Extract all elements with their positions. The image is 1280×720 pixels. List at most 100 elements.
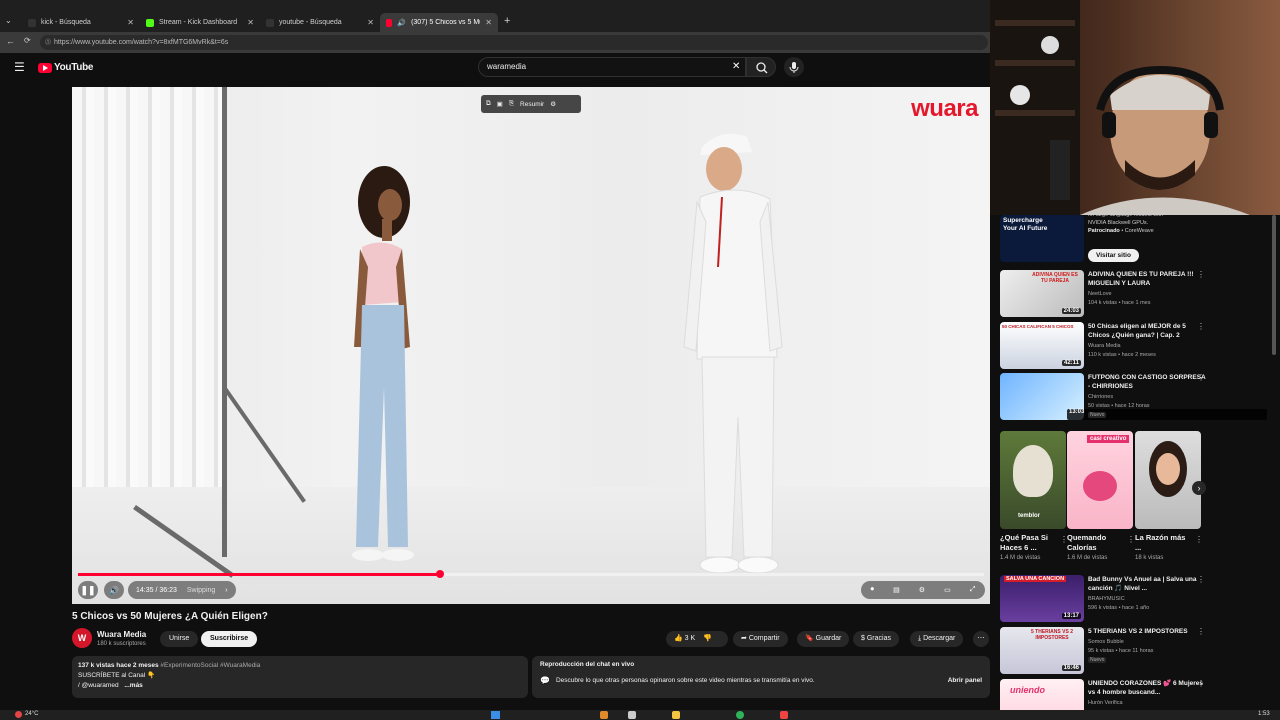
short-card[interactable]: temblor ¿Qué Pasa Si Haces 6 ... 1.4 M d… — [1000, 431, 1068, 561]
rec-thumbnail[interactable]: 50 CHICAS CALIFICAN 5 CHICOS 42:11 — [1000, 322, 1084, 369]
short-thumbnail[interactable]: temblor — [1000, 431, 1066, 529]
close-icon[interactable]: ✕ — [127, 18, 134, 27]
show-more-link[interactable]: ...más — [124, 682, 142, 689]
miniplayer-icon[interactable]: ⧉ — [486, 100, 491, 108]
join-button[interactable]: Unirse — [160, 631, 199, 647]
ad-card[interactable]: Supercharge Your AI Future for large lan… — [1000, 212, 1270, 265]
like-button[interactable]: 👍 3 K 👎 — [666, 631, 728, 647]
rec-channel[interactable]: Hurón Verifica — [1088, 699, 1208, 707]
settings-icon[interactable]: ⚙ — [919, 586, 925, 594]
close-icon[interactable]: ✕ — [485, 18, 492, 27]
more-options-icon[interactable]: ⋮ — [1197, 679, 1205, 688]
video-player[interactable]: ⧉ ▣ ⎘ Resumir ⚙ wuara ❚❚ 🔊 14:35 / 36:23… — [72, 87, 990, 604]
theater-mode-icon[interactable]: ▭ — [944, 586, 951, 594]
progress-bar[interactable] — [78, 570, 984, 578]
site-info-icon[interactable]: ⓵ — [45, 37, 51, 46]
taskbar-app-icon[interactable] — [600, 711, 608, 719]
start-icon[interactable] — [491, 711, 500, 719]
pause-icon[interactable]: ❚❚ — [80, 585, 95, 596]
search-input[interactable]: waramedia — [478, 57, 746, 77]
short-card[interactable]: casi creativo Quemando Calorías 1.6 M de… — [1067, 431, 1135, 561]
settings-icon[interactable]: ⚙ — [550, 100, 556, 108]
rec-channel[interactable]: Somos Bubble — [1088, 638, 1208, 646]
save-button[interactable]: 🔖 Guardar — [797, 631, 850, 647]
weather-icon[interactable] — [15, 711, 22, 718]
open-panel-button[interactable]: Abrir panel — [948, 677, 982, 684]
short-thumbnail[interactable] — [1135, 431, 1201, 529]
channel-name[interactable]: Wuara Media — [97, 630, 146, 639]
short-title[interactable]: ¿Qué Pasa Si Haces 6 ... — [1000, 533, 1058, 553]
subscribe-button[interactable]: Suscribirse — [201, 631, 258, 647]
taskbar-app-icon[interactable] — [736, 711, 744, 719]
short-thumbnail[interactable]: casi creativo — [1067, 431, 1133, 529]
fullscreen-icon[interactable]: ⤢ — [970, 586, 976, 594]
rec-channel[interactable]: Wuara Media — [1088, 342, 1208, 350]
shorts-next-arrow-icon[interactable]: › — [1192, 481, 1206, 495]
url-field[interactable]: https://www.youtube.com/watch?v=8xfMTG6M… — [40, 35, 988, 50]
rec-thumbnail[interactable]: uniendo — [1000, 679, 1084, 710]
more-options-icon[interactable]: ⋮ — [1197, 627, 1205, 636]
volume-control[interactable]: 🔊 — [104, 581, 124, 599]
share-button[interactable]: ➦ Compartir — [733, 631, 788, 647]
taskbar-app-icon[interactable] — [628, 711, 636, 719]
hashtags[interactable]: #ExperimentoSocial #WuaraMedia — [160, 662, 260, 669]
search-button[interactable] — [746, 57, 776, 77]
rec-video[interactable]: 50 CHICAS CALIFICAN 5 CHICOS 42:11 50 Ch… — [1000, 322, 1270, 372]
subtitles-icon[interactable]: ▤ — [893, 586, 900, 594]
rec-title[interactable]: Bad Bunny Vs Anuel aa | Salva una canció… — [1088, 575, 1208, 593]
rec-title[interactable]: FUTPONG CON CASTIGO SORPRESA - CHIRRIONE… — [1088, 373, 1208, 391]
tab-list-chevron-icon[interactable]: ⌄ — [5, 16, 12, 25]
rec-title[interactable]: 50 Chicas eligen al MEJOR de 5 Chicos ¿Q… — [1088, 322, 1208, 340]
rec-channel[interactable]: Chirriones — [1088, 393, 1208, 401]
short-title[interactable]: La Razón más ... — [1135, 533, 1193, 553]
description-box[interactable]: 137 k vistas hace 2 meses #ExperimentoSo… — [72, 656, 528, 698]
download-button[interactable]: ⤓ Descargar — [910, 631, 964, 647]
short-title[interactable]: Quemando Calorías — [1067, 533, 1125, 553]
new-tab-icon[interactable]: + — [504, 15, 510, 27]
ad-thumbnail[interactable]: Supercharge Your AI Future — [1000, 215, 1084, 262]
sidebar-scrollbar[interactable] — [1272, 215, 1276, 355]
taskbar-app-icon[interactable] — [780, 711, 788, 719]
rec-video[interactable]: ADIVINA QUIEN ES TU PAREJA 24:03 ADIVINA… — [1000, 270, 1270, 320]
clock[interactable]: 1:53 — [1258, 711, 1270, 717]
short-card[interactable]: La Razón más ... 18 k vistas ⋮ — [1135, 431, 1203, 561]
reload-icon[interactable]: ⟳ — [24, 36, 31, 45]
rec-thumbnail[interactable]: 5 THERIANS VS 2 IMPOSTORES 16:46 — [1000, 627, 1084, 674]
dislike-icon[interactable]: 👎 — [703, 635, 712, 642]
rec-video[interactable]: SALVA UNA CANCION 13:17 Bad Bunny Vs Anu… — [1000, 575, 1270, 625]
chapter-label[interactable]: Swipping — [187, 587, 215, 594]
rec-video[interactable]: uniendo UNIENDO CORAZONES 💕 6 Mujeres vs… — [1000, 679, 1270, 710]
more-options-icon[interactable]: ⋮ — [1197, 575, 1205, 584]
rec-channel[interactable]: BRAHYMUSIC — [1088, 595, 1208, 603]
rec-title[interactable]: ADIVINA QUIEN ES TU PAREJA !!! MIGUELIN … — [1088, 270, 1208, 288]
summarize-label[interactable]: Resumir — [520, 101, 544, 108]
tab-youtube-video[interactable]: 🔊 (307) 5 Chicos vs 5 Mujeres ✕ — [380, 13, 498, 32]
close-icon[interactable]: ✕ — [367, 18, 374, 27]
rec-thumbnail[interactable]: ADIVINA QUIEN ES TU PAREJA 24:03 — [1000, 270, 1084, 317]
autoplay-toggle-icon[interactable]: ⏺ — [871, 586, 875, 594]
menu-icon[interactable]: ☰ — [14, 60, 25, 74]
more-options-icon[interactable]: ⋮ — [1197, 322, 1205, 331]
more-actions-button[interactable]: ⋯ — [973, 631, 989, 647]
close-icon[interactable]: ✕ — [247, 18, 254, 27]
rec-title[interactable]: 5 THERIANS VS 2 IMPOSTORES — [1088, 627, 1208, 636]
visit-site-button[interactable]: Visitar sitio — [1088, 249, 1139, 262]
rec-channel[interactable]: NeetLove — [1088, 290, 1208, 298]
rec-video[interactable]: 13:03 FUTPONG CON CASTIGO SORPRESA - CHI… — [1000, 373, 1270, 423]
tab-kick-dashboard[interactable]: Stream - Kick Dashboard ✕ — [140, 13, 260, 32]
tab-kick-search[interactable]: kick - Búsqueda ✕ — [22, 13, 140, 32]
channel-avatar[interactable]: W — [72, 628, 92, 648]
more-options-icon[interactable]: ⋮ — [1195, 535, 1203, 544]
channel-handle-link[interactable]: / @wuaramed — [78, 682, 119, 689]
youtube-logo-text[interactable]: YouTube — [54, 62, 94, 73]
play-pause-control[interactable]: ❚❚ — [78, 581, 98, 599]
weather-temp[interactable]: 24°C — [25, 711, 38, 717]
more-options-icon[interactable]: ⋮ — [1127, 535, 1135, 544]
taskbar-app-icon[interactable] — [672, 711, 680, 719]
summarize-icon[interactable]: ⎘ — [509, 100, 514, 108]
rec-video[interactable]: 5 THERIANS VS 2 IMPOSTORES 16:46 5 THERI… — [1000, 627, 1270, 677]
volume-icon[interactable]: 🔊 — [109, 586, 119, 595]
thanks-button[interactable]: $ Gracias — [853, 631, 899, 647]
more-options-icon[interactable]: ⋮ — [1197, 270, 1205, 279]
rec-title[interactable]: UNIENDO CORAZONES 💕 6 Mujeres vs 4 hombr… — [1088, 679, 1208, 697]
